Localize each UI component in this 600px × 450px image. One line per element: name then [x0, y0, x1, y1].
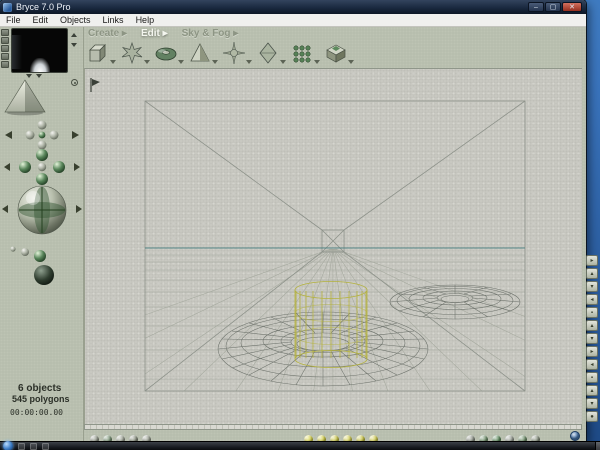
zoom-dots-control[interactable]	[10, 246, 54, 285]
menu-objects[interactable]: Objects	[54, 14, 97, 27]
animation-controls-group	[302, 431, 380, 441]
sel-tool-3[interactable]: ▾	[586, 281, 598, 292]
sel-tool-8[interactable]: ▸	[586, 346, 598, 357]
sel-tool-11[interactable]: ▴	[586, 385, 598, 396]
taskbar-app-icon[interactable]	[42, 443, 49, 450]
timecode: 00:00:00.00	[10, 408, 63, 417]
timeline-scrubber[interactable]	[84, 424, 582, 430]
tool-star-icon[interactable]	[120, 40, 150, 66]
view-control[interactable]	[5, 120, 79, 150]
taskbar-app-icon[interactable]	[30, 443, 37, 450]
nano-preview-shade	[12, 35, 22, 69]
minimize-button[interactable]: –	[528, 2, 544, 12]
nano-down-arrow-icon[interactable]	[71, 43, 77, 47]
tool-spike-icon[interactable]	[222, 40, 252, 66]
sel-tool-9[interactable]: ◂	[586, 359, 598, 370]
left-control-panel: 6 objects 545 polygons 00:00:00.00	[0, 27, 84, 441]
maximize-button[interactable]: ▢	[545, 2, 561, 12]
camera-controls-group	[464, 431, 542, 441]
display-controls-group	[88, 431, 153, 441]
tab-edit[interactable]: Edit ▸	[141, 28, 168, 39]
camera-controls-graphic	[2, 79, 82, 285]
right-selection-palette: ▸ ▴ ▾ ◂ ▪ ▴ ▾ ▸ ◂ ▪ ▴ ▾ ●	[586, 255, 599, 424]
menu-file[interactable]: File	[0, 14, 27, 27]
nano-preview-render	[30, 58, 50, 72]
preview-pyramid-icon[interactable]	[4, 79, 46, 116]
system-tray	[558, 444, 586, 450]
menu-edit[interactable]: Edit	[27, 14, 55, 27]
nano-option-button[interactable]	[1, 45, 9, 52]
ground-grid	[145, 249, 525, 391]
globe-icon[interactable]	[570, 431, 580, 441]
sel-tool-13[interactable]: ●	[586, 411, 598, 422]
sel-tool-7[interactable]: ▾	[586, 333, 598, 344]
nano-option-button[interactable]	[1, 61, 9, 68]
viewport-flag-icon[interactable]	[89, 77, 101, 98]
wireframe-scene	[144, 100, 526, 392]
show-desktop-button[interactable]	[595, 442, 600, 450]
palette-tabs: Create ▸ Edit ▸ Sky & Fog ▸	[88, 28, 252, 40]
sel-tool-12[interactable]: ▾	[586, 398, 598, 409]
bryce-app-icon	[3, 3, 12, 12]
nano-option-button[interactable]	[1, 29, 9, 36]
taskbar	[0, 441, 600, 450]
bryce-window: Bryce 7.0 Pro – ▢ ✕ File Edit Objects Links…	[0, 0, 586, 441]
titlebar[interactable]: Bryce 7.0 Pro – ▢ ✕	[0, 0, 586, 14]
tool-lattice-icon[interactable]	[290, 40, 320, 66]
camera-trackball[interactable]	[2, 185, 82, 235]
nano-option-strip	[1, 29, 10, 69]
window-controls: – ▢ ✕	[528, 2, 582, 12]
start-button[interactable]	[3, 441, 13, 450]
tool-diamond-icon[interactable]	[256, 40, 286, 66]
menu-help[interactable]: Help	[130, 14, 161, 27]
app-area: 6 objects 545 polygons 00:00:00.00 Creat…	[0, 27, 586, 441]
sel-tool-4[interactable]: ◂	[586, 294, 598, 305]
menu-links[interactable]: Links	[97, 14, 130, 27]
tool-torus-icon[interactable]	[154, 40, 184, 66]
scene-status: 6 objects 545 polygons 00:00:00.00	[6, 383, 82, 417]
desktop: Bryce 7.0 Pro – ▢ ✕ File Edit Objects Links…	[0, 0, 600, 450]
taskbar-app-icon[interactable]	[18, 443, 25, 450]
menubar: File Edit Objects Links Help	[0, 14, 586, 27]
object-count: 6 objects	[18, 383, 62, 394]
camera-frame	[144, 100, 526, 392]
nano-up-arrow-icon[interactable]	[71, 33, 77, 37]
close-button[interactable]: ✕	[562, 2, 582, 12]
sel-tool-6[interactable]: ▴	[586, 320, 598, 331]
orbit-control[interactable]	[4, 149, 80, 185]
large-torus-object[interactable]	[217, 311, 429, 387]
nano-preview-window[interactable]	[11, 28, 68, 73]
nano-option-button[interactable]	[1, 37, 9, 44]
sel-tool-10[interactable]: ▪	[586, 372, 598, 383]
tab-sky-fog[interactable]: Sky & Fog ▸	[182, 28, 239, 39]
tool-cube-icon[interactable]	[86, 40, 116, 66]
sel-tool-1[interactable]: ▸	[586, 255, 598, 266]
viewport[interactable]	[84, 68, 582, 424]
nano-option-button[interactable]	[1, 53, 9, 60]
edit-tool-row	[86, 40, 358, 68]
polygon-count: 545 polygons	[12, 394, 70, 404]
tool-pyramid-icon[interactable]	[188, 40, 218, 66]
bottom-toolbar	[84, 431, 584, 441]
sel-tool-5[interactable]: ▪	[586, 307, 598, 318]
tab-create[interactable]: Create ▸	[88, 28, 127, 39]
tool-terrain-icon[interactable]	[324, 40, 354, 66]
window-title: Bryce 7.0 Pro	[16, 2, 71, 12]
sel-tool-2[interactable]: ▴	[586, 268, 598, 279]
